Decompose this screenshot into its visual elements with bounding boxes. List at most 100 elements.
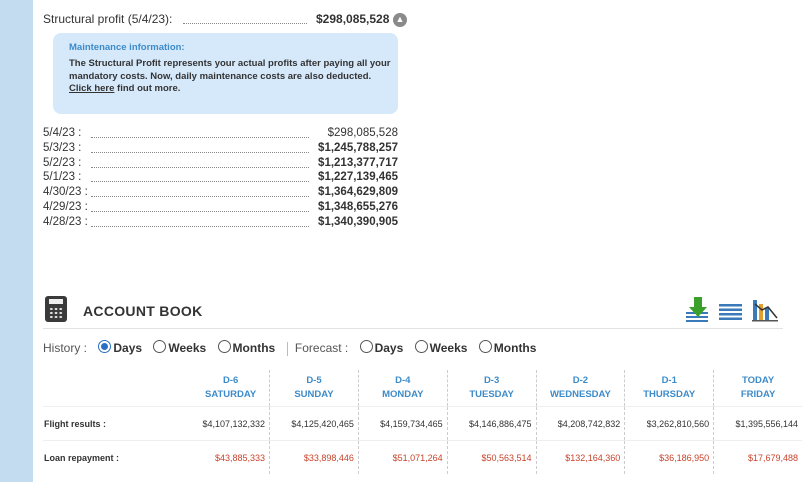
history-value: $1,340,390,905 (318, 215, 398, 228)
account-book-table: D-6 SATURDAY D-5 SUNDAY D-4 MONDAY D-3 TUESDAY D… (43, 370, 802, 474)
maintenance-info-box: Maintenance information: The Structural … (53, 33, 398, 114)
forecast-months-radio[interactable] (478, 340, 492, 354)
history-date: 4/30/23 : (43, 186, 88, 199)
history-date: 4/29/23 : (43, 200, 88, 213)
table-cell: $4,125,420,465 (269, 406, 359, 441)
main-panel: Structural profit (5/4/23): $298,085,528… (33, 0, 802, 482)
dotted-leader (91, 181, 309, 183)
history-row: 5/4/23 : $298,085,528 (43, 127, 398, 142)
structural-profit-row: Structural profit (5/4/23): $298,085,528… (43, 12, 407, 28)
column-day-offset: D-3 (483, 375, 500, 386)
history-months-radio[interactable] (217, 340, 231, 354)
table-cell: $4,107,132,332 (192, 406, 270, 441)
chevron-up-icon[interactable]: ▲ (393, 13, 407, 27)
column-header: D-1 THURSDAY (624, 370, 714, 407)
column-weekday: SUNDAY (294, 389, 334, 400)
account-book-header: ACCOUNT BOOK (43, 294, 783, 329)
history-date: 5/2/23 : (43, 156, 82, 169)
history-value: $1,227,139,465 (318, 171, 398, 184)
table-cell: $1,395,556,144 (713, 406, 802, 441)
history-row: 4/30/23 : $1,364,629,809 (43, 186, 398, 201)
history-row: 5/3/23 : $1,245,788,257 (43, 142, 398, 157)
history-weeks-label: Weeks (168, 341, 207, 355)
column-weekday: SATURDAY (205, 389, 257, 400)
table-cell: $17,679,488 (713, 440, 802, 474)
history-row: 4/29/23 : $1,348,655,276 (43, 201, 398, 216)
column-weekday: MONDAY (382, 389, 424, 400)
history-date: 5/4/23 : (43, 127, 82, 139)
dotted-leader (183, 23, 307, 24)
history-value: $1,348,655,276 (318, 200, 398, 213)
table-cell: $51,071,264 (357, 440, 448, 474)
history-row: 5/2/23 : $1,213,377,717 (43, 157, 398, 172)
table-cell: $3,262,810,560 (624, 406, 714, 441)
forecast-weeks-radio[interactable] (414, 340, 428, 354)
row-label: Loan repayment : (43, 440, 193, 474)
account-book-title: ACCOUNT BOOK (83, 303, 203, 319)
history-months-label: Months (232, 341, 276, 355)
dotted-leader (91, 151, 309, 153)
column-weekday: FRIDAY (740, 389, 776, 400)
dotted-leader (91, 166, 309, 168)
table-cell: $4,208,742,832 (535, 406, 625, 441)
column-header: D-2 WEDNESDAY (535, 370, 625, 407)
history-value: $1,364,629,809 (318, 186, 398, 199)
history-date: 5/1/23 : (43, 171, 82, 184)
history-row: 5/1/23 : $1,227,139,465 (43, 171, 398, 186)
download-icon[interactable] (685, 296, 711, 322)
forecast-days-label: Days (374, 341, 404, 355)
calculator-icon (45, 296, 67, 322)
table-cell: $4,146,886,475 (446, 406, 536, 441)
column-weekday: THURSDAY (643, 389, 696, 400)
dotted-leader (91, 137, 309, 138)
row-label: Flight results : (43, 406, 193, 441)
table-row: Flight results : $4,107,132,332 $4,125,420… (43, 406, 802, 441)
forecast-label: Forecast : (294, 341, 349, 355)
maintenance-title: Maintenance information: (69, 42, 185, 53)
history-days-radio[interactable] (98, 340, 112, 354)
history-value: $1,245,788,257 (318, 141, 398, 154)
maintenance-text: The Structural Profit represents your ac… (69, 58, 391, 96)
table-cell: $50,563,514 (446, 440, 536, 474)
table-row: Loan repayment : $43,885,333 $33,898,446 $5… (43, 440, 802, 474)
column-day-offset: D-1 (661, 375, 677, 386)
link-suffix: find out more. (114, 83, 181, 94)
table-cell: $132,164,360 (535, 440, 625, 474)
click-here-link[interactable]: Click here (69, 83, 114, 94)
dotted-leader (91, 196, 309, 198)
period-selector: History : Days Weeks Months Forecast : D… (43, 340, 537, 356)
forecast-days-radio[interactable] (359, 340, 373, 354)
history-date: 4/28/23 : (43, 215, 88, 228)
separator (286, 341, 288, 356)
column-weekday: WEDNESDAY (549, 389, 611, 400)
table-cell: $4,159,734,465 (357, 406, 448, 441)
table-cell: $43,885,333 (192, 440, 270, 474)
history-label: History : (43, 341, 88, 355)
dotted-leader (91, 225, 309, 227)
column-day-offset: D-2 (572, 375, 589, 386)
column-weekday: TUESDAY (469, 389, 514, 400)
profit-history-list: 5/4/23 : $298,085,528 5/3/23 : $1,245,788,2… (43, 127, 398, 231)
forecast-months-label: Months (493, 341, 537, 355)
history-days-label: Days (113, 341, 143, 355)
history-value: $298,085,528 (327, 127, 398, 139)
column-header: D-6 SATURDAY (192, 370, 269, 407)
history-value: $1,213,377,717 (318, 156, 398, 169)
column-day-offset: TODAY (741, 375, 775, 386)
column-header: D-4 MONDAY (357, 370, 448, 407)
dotted-leader (91, 210, 309, 212)
list-icon[interactable] (718, 296, 744, 322)
history-date: 5/3/23 : (43, 141, 82, 154)
table-cell: $36,186,950 (624, 440, 714, 474)
table-cell: $33,898,446 (269, 440, 359, 474)
maintenance-description: The Structural Profit represents your ac… (69, 58, 391, 82)
column-day-offset: D-6 (222, 375, 239, 386)
history-weeks-radio[interactable] (153, 340, 167, 354)
structural-profit-value: $298,085,528 (316, 12, 390, 26)
forecast-weeks-label: Weeks (429, 341, 468, 355)
column-header: TODAY FRIDAY (713, 370, 802, 407)
history-row: 4/28/23 : $1,340,390,905 (43, 216, 398, 231)
column-day-offset: D-4 (395, 375, 411, 386)
column-header: D-5 SUNDAY (269, 370, 359, 407)
chart-icon[interactable] (751, 296, 778, 322)
